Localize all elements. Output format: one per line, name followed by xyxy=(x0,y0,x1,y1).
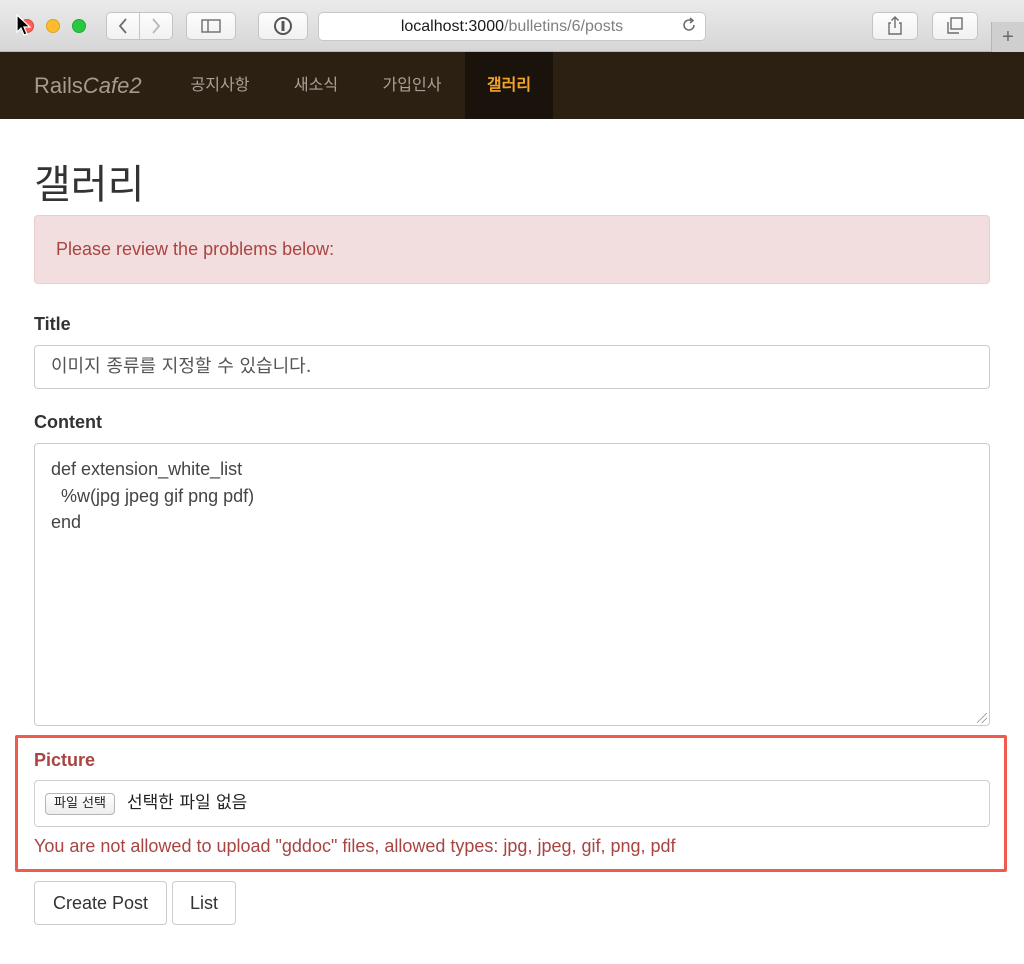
url-host: localhost:3000 xyxy=(400,17,504,35)
content-textarea[interactable]: def extension_white_list %w(jpg jpeg gif… xyxy=(34,443,990,726)
nav-item-notice[interactable]: 공지사항 xyxy=(172,52,268,119)
share-icon xyxy=(888,16,902,35)
tab-overview-button[interactable] xyxy=(932,12,978,40)
new-tab-button[interactable]: + xyxy=(991,22,1024,52)
mouse-cursor-icon xyxy=(16,14,32,36)
sidebar-icon xyxy=(201,19,221,33)
file-status-text: 선택한 파일 없음 xyxy=(127,793,248,813)
choose-file-button[interactable]: 파일 선택 xyxy=(45,793,115,815)
browser-toolbar: localhost:3000/bulletins/6/posts + xyxy=(0,0,1024,52)
content-text: def extension_white_list %w(jpg jpeg gif… xyxy=(51,459,255,532)
brand-suffix: Cafe2 xyxy=(82,73,142,98)
sidebar-toggle-button[interactable] xyxy=(186,12,236,40)
page-title: 갤러리 xyxy=(34,162,145,208)
url-path: /bulletins/6/posts xyxy=(504,17,624,35)
brand-prefix: Rails xyxy=(34,73,83,98)
back-button[interactable] xyxy=(106,12,140,40)
picture-file-field[interactable]: 파일 선택 선택한 파일 없음 xyxy=(34,780,990,827)
title-label: Title xyxy=(34,314,71,334)
forward-button[interactable] xyxy=(139,12,173,40)
nav-item-greetings[interactable]: 가입인사 xyxy=(364,52,460,119)
error-alert: Please review the problems below: xyxy=(34,215,990,284)
share-button[interactable] xyxy=(872,12,918,40)
brand-logo[interactable]: RailsCafe2 xyxy=(34,52,142,119)
password-button[interactable] xyxy=(258,12,308,40)
picture-label: Picture xyxy=(34,750,96,770)
reload-icon[interactable] xyxy=(681,17,697,37)
window-minimize-button[interactable] xyxy=(46,19,60,33)
create-post-button[interactable]: Create Post xyxy=(34,881,167,925)
title-input[interactable]: 이미지 종류를 지정할 수 있습니다. xyxy=(34,345,990,389)
nav-item-gallery[interactable]: 갤러리 xyxy=(465,52,553,119)
list-button[interactable]: List xyxy=(172,881,236,925)
tabs-icon xyxy=(947,17,963,34)
plus-icon: + xyxy=(1002,25,1014,48)
chevron-right-icon xyxy=(152,18,161,34)
nav-item-news[interactable]: 새소식 xyxy=(276,52,356,119)
address-bar[interactable]: localhost:3000/bulletins/6/posts xyxy=(318,12,706,41)
content-label: Content xyxy=(34,412,102,432)
window-maximize-button[interactable] xyxy=(72,19,86,33)
chevron-left-icon xyxy=(118,18,127,34)
key-circle-icon xyxy=(274,17,292,35)
site-navbar: RailsCafe2 공지사항 새소식 가입인사 갤러리 xyxy=(0,52,1024,119)
resize-handle-icon[interactable] xyxy=(977,713,987,723)
picture-error-message: You are not allowed to upload "gddoc" fi… xyxy=(34,836,676,856)
